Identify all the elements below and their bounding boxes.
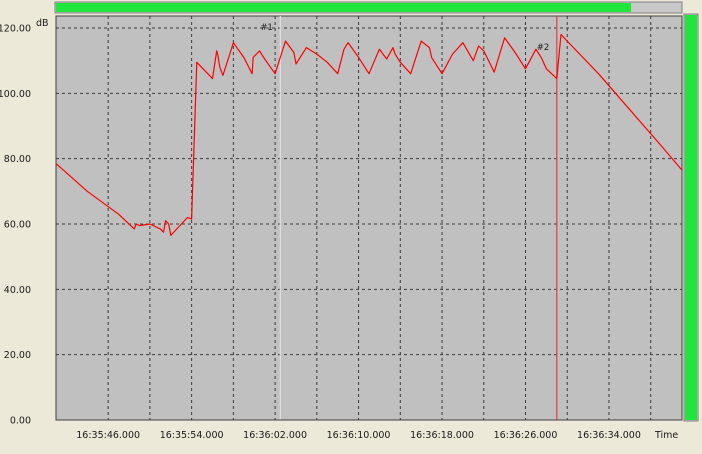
x-tick-label: 16:36:02.000 <box>243 430 307 441</box>
x-tick-label: 16:36:10.000 <box>327 430 391 441</box>
y-tick-labels: 0.00 20.00 40.00 60.00 80.00 100.00 120.00 <box>0 24 31 427</box>
cursor-label-2: #2 <box>537 43 550 53</box>
x-tick-label: 16:36:18.000 <box>410 430 474 441</box>
level-meter-fill <box>685 15 697 420</box>
y-axis-label: dB <box>36 18 49 29</box>
y-tick-label: 20.00 <box>4 350 31 361</box>
x-tick-labels: 16:35:46.000 16:35:54.000 16:36:02.000 16:3… <box>76 430 641 441</box>
y-tick-label: 60.00 <box>4 220 31 231</box>
cursor-label-1: #1 <box>260 23 273 33</box>
x-axis-label: Time <box>654 430 678 441</box>
y-tick-label: 40.00 <box>4 285 31 296</box>
y-tick-label: 80.00 <box>4 154 31 165</box>
y-tick-label: 0.00 <box>10 416 31 427</box>
y-tick-label: 100.00 <box>0 89 31 100</box>
x-tick-label: 16:36:34.000 <box>577 430 641 441</box>
x-tick-label: 16:35:46.000 <box>76 430 140 441</box>
y-tick-label: 120.00 <box>0 24 31 35</box>
chart-window: #1 #2 0.00 20.00 40.00 60.00 80.00 100.00 120.0… <box>0 1 699 441</box>
x-tick-label: 16:36:26.000 <box>494 430 558 441</box>
progress-bar-fill <box>56 3 631 12</box>
x-tick-label: 16:35:54.000 <box>160 430 224 441</box>
